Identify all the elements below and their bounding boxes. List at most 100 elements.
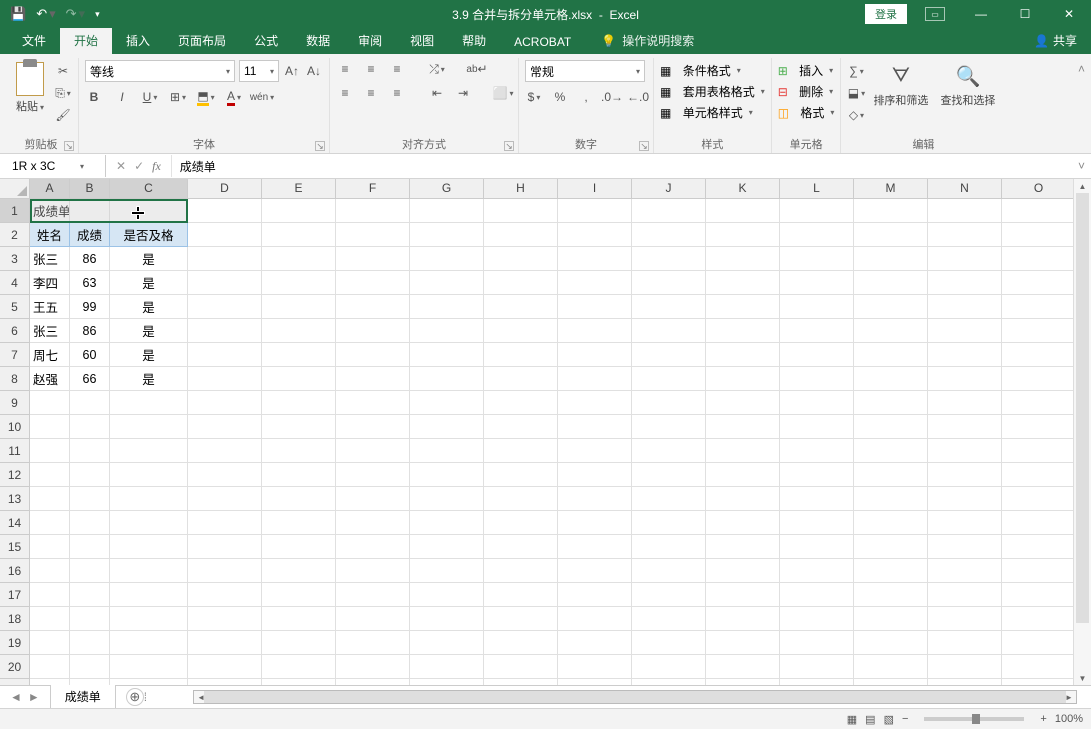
cell-K17[interactable] — [706, 583, 780, 607]
cell-B20[interactable] — [70, 655, 110, 679]
cell-B2[interactable]: 成绩 — [70, 223, 110, 247]
cell-E5[interactable] — [262, 295, 336, 319]
cell-L6[interactable] — [780, 319, 854, 343]
row-header[interactable]: 5 — [0, 295, 30, 319]
format-cells-button[interactable]: ◫ 格式▾ — [778, 104, 835, 121]
cell-C16[interactable] — [110, 559, 188, 583]
cell-N1[interactable] — [928, 199, 1002, 223]
row-header[interactable]: 8 — [0, 367, 30, 391]
orientation-icon[interactable]: ⤮▾ — [428, 60, 446, 78]
cell-I4[interactable] — [558, 271, 632, 295]
cell-N14[interactable] — [928, 511, 1002, 535]
row-header[interactable]: 16 — [0, 559, 30, 583]
cell-O7[interactable] — [1002, 343, 1076, 367]
cell-L10[interactable] — [780, 415, 854, 439]
cell-G5[interactable] — [410, 295, 484, 319]
cell-H12[interactable] — [484, 463, 558, 487]
cell-L11[interactable] — [780, 439, 854, 463]
maximize-button[interactable]: ☐ — [1003, 0, 1047, 28]
align-left-icon[interactable]: ≡ — [336, 84, 354, 102]
cell-J17[interactable] — [632, 583, 706, 607]
cell-O19[interactable] — [1002, 631, 1076, 655]
cell-J4[interactable] — [632, 271, 706, 295]
increase-decimal-icon[interactable]: .0→ — [603, 88, 621, 106]
ribbon-display-icon[interactable]: ▭ — [925, 7, 945, 21]
col-header-C[interactable]: C — [110, 179, 188, 198]
zoom-level[interactable]: 100% — [1055, 713, 1083, 725]
cell-A13[interactable] — [30, 487, 70, 511]
cell-C18[interactable] — [110, 607, 188, 631]
cell-A7[interactable]: 周七 — [30, 343, 70, 367]
cell-L8[interactable] — [780, 367, 854, 391]
decrease-decimal-icon[interactable]: ←.0 — [629, 88, 647, 106]
cell-J19[interactable] — [632, 631, 706, 655]
cancel-formula-icon[interactable]: ✕ — [116, 159, 126, 173]
font-size-combo[interactable]: 11▾ — [239, 60, 279, 82]
cell-C10[interactable] — [110, 415, 188, 439]
cell-F2[interactable] — [336, 223, 410, 247]
scroll-up-icon[interactable]: ▲ — [1074, 179, 1091, 193]
cell-J12[interactable] — [632, 463, 706, 487]
wrap-text-icon[interactable]: ab↵ — [468, 60, 486, 78]
cut-icon[interactable]: ✂ — [54, 62, 72, 80]
cell-C3[interactable]: 是 — [110, 247, 188, 271]
cell-B9[interactable] — [70, 391, 110, 415]
clear-icon[interactable]: ◇▾ — [847, 106, 865, 124]
sheet-tab-active[interactable]: 成绩单 — [50, 685, 116, 710]
cell-M14[interactable] — [854, 511, 928, 535]
cell-F8[interactable] — [336, 367, 410, 391]
col-header-I[interactable]: I — [558, 179, 632, 198]
cell-E10[interactable] — [262, 415, 336, 439]
cell-M3[interactable] — [854, 247, 928, 271]
cell-O9[interactable] — [1002, 391, 1076, 415]
cell-O13[interactable] — [1002, 487, 1076, 511]
cell-K4[interactable] — [706, 271, 780, 295]
cell-C2[interactable]: 是否及格 — [110, 223, 188, 247]
cell-F14[interactable] — [336, 511, 410, 535]
cell-K6[interactable] — [706, 319, 780, 343]
cell-N12[interactable] — [928, 463, 1002, 487]
cell-N18[interactable] — [928, 607, 1002, 631]
cell-K13[interactable] — [706, 487, 780, 511]
cell-O5[interactable] — [1002, 295, 1076, 319]
cell-O2[interactable] — [1002, 223, 1076, 247]
cell-J2[interactable] — [632, 223, 706, 247]
cell-O4[interactable] — [1002, 271, 1076, 295]
cell-H14[interactable] — [484, 511, 558, 535]
dialog-launcher-icon[interactable]: ↘ — [639, 141, 649, 151]
cell-F11[interactable] — [336, 439, 410, 463]
cell-G12[interactable] — [410, 463, 484, 487]
cell-H10[interactable] — [484, 415, 558, 439]
cell-A16[interactable] — [30, 559, 70, 583]
cell-H7[interactable] — [484, 343, 558, 367]
cell-I1[interactable] — [558, 199, 632, 223]
cell-N9[interactable] — [928, 391, 1002, 415]
cell-J3[interactable] — [632, 247, 706, 271]
cell-A4[interactable]: 李四 — [30, 271, 70, 295]
copy-icon[interactable]: ⎘▾ — [54, 84, 72, 102]
cell-M9[interactable] — [854, 391, 928, 415]
cell-A2[interactable]: 姓名 — [30, 223, 70, 247]
cell-F4[interactable] — [336, 271, 410, 295]
cell-N13[interactable] — [928, 487, 1002, 511]
cell-C5[interactable]: 是 — [110, 295, 188, 319]
close-button[interactable]: ✕ — [1047, 0, 1091, 28]
cell-O6[interactable] — [1002, 319, 1076, 343]
cell-H17[interactable] — [484, 583, 558, 607]
save-icon[interactable]: 💾 — [10, 6, 26, 22]
delete-cells-button[interactable]: ⊟ 删除▾ — [778, 83, 833, 100]
cell-I10[interactable] — [558, 415, 632, 439]
tab-insert[interactable]: 插入 — [112, 27, 164, 54]
undo-icon[interactable]: ↶▾ — [36, 6, 55, 22]
cell-O17[interactable] — [1002, 583, 1076, 607]
cell-C4[interactable]: 是 — [110, 271, 188, 295]
cell-B7[interactable]: 60 — [70, 343, 110, 367]
cell-G10[interactable] — [410, 415, 484, 439]
cell-B17[interactable] — [70, 583, 110, 607]
cell-E12[interactable] — [262, 463, 336, 487]
cell-D6[interactable] — [188, 319, 262, 343]
dialog-launcher-icon[interactable]: ↘ — [64, 141, 74, 151]
page-break-view-icon[interactable]: ▧ — [884, 713, 894, 726]
cell-O18[interactable] — [1002, 607, 1076, 631]
cell-F19[interactable] — [336, 631, 410, 655]
